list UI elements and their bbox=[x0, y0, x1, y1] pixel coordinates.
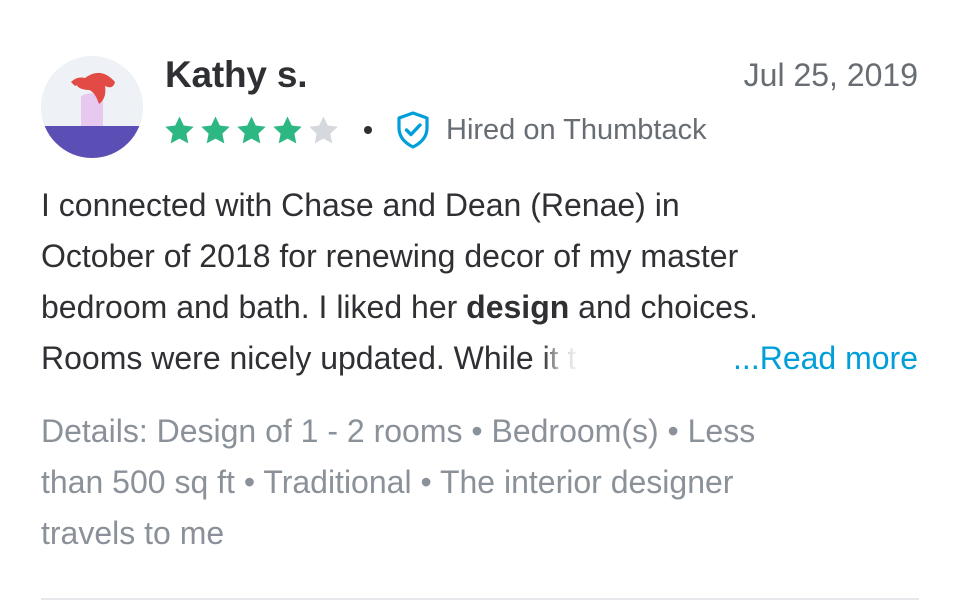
rating-row: Hired on Thumbtack bbox=[163, 110, 707, 150]
hired-on-thumbtack-label: Hired on Thumbtack bbox=[446, 113, 707, 146]
star-filled-icon bbox=[273, 115, 302, 143]
separator-dot bbox=[364, 126, 372, 134]
review-text-faded: it t bbox=[542, 340, 577, 376]
review-text-line: bedroom and bath. I liked her design and… bbox=[41, 282, 921, 333]
review-text-segment: and choices. bbox=[569, 289, 758, 325]
divider bbox=[41, 598, 919, 600]
review-text-fade: it t bbox=[543, 333, 577, 384]
review-text-segment: Rooms were nicely updated. While bbox=[41, 340, 543, 376]
star-filled-icon bbox=[237, 115, 266, 143]
review-text-bold: design bbox=[466, 289, 570, 325]
read-more-link[interactable]: ...Read more bbox=[733, 333, 918, 384]
reviewer-name: Kathy s. bbox=[165, 54, 308, 95]
avatar bbox=[41, 56, 143, 158]
avatar-illustration bbox=[41, 56, 143, 158]
verified-shield-icon bbox=[397, 111, 429, 149]
star-filled-icon bbox=[201, 115, 230, 143]
review-details: Details: Design of 1 - 2 rooms • Bedroom… bbox=[41, 406, 921, 559]
star-filled-icon bbox=[165, 115, 194, 143]
review-text-line: October of 2018 for renewing decor of my… bbox=[41, 238, 739, 274]
star-empty-icon bbox=[309, 115, 338, 143]
review-text-segment: bedroom and bath. I liked her bbox=[41, 289, 467, 325]
details-line: travels to me bbox=[41, 515, 225, 551]
details-line: than 500 sq ft • Traditional • The inter… bbox=[41, 464, 734, 500]
star-rating bbox=[163, 114, 340, 147]
details-line: Details: Design of 1 - 2 rooms • Bedroom… bbox=[41, 413, 756, 449]
review-text-line: I connected with Chase and Dean (Renae) … bbox=[41, 187, 680, 223]
review-date: Jul 25, 2019 bbox=[743, 57, 918, 93]
